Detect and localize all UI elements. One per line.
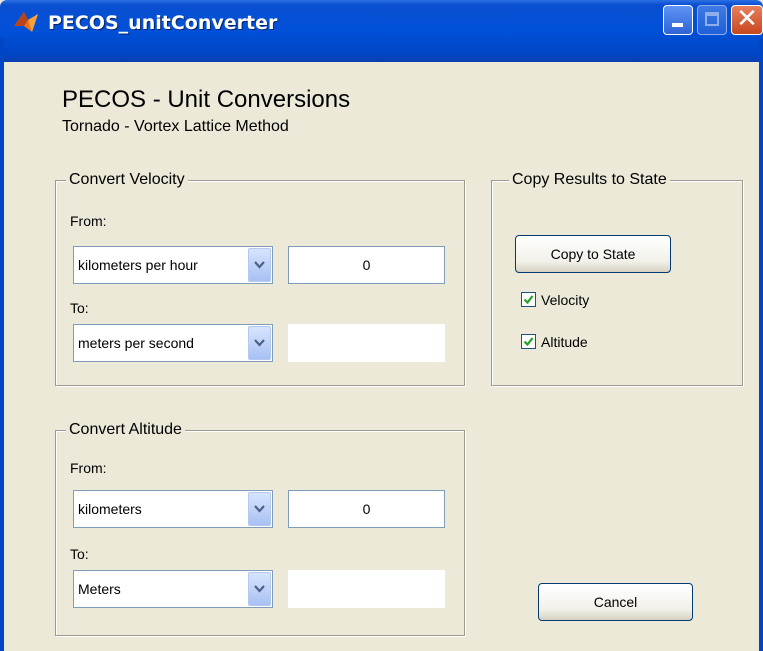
velocity-checkbox[interactable] [521, 292, 536, 307]
checkmark-icon [523, 295, 534, 305]
velocity-to-label: To: [70, 300, 89, 316]
copy-results-panel: Copy Results to State [491, 169, 743, 386]
cancel-button[interactable]: Cancel [538, 583, 693, 621]
velocity-to-unit-select[interactable]: meters per second [73, 324, 273, 362]
altitude-result-field [288, 570, 445, 608]
convert-altitude-legend: Convert Altitude [66, 419, 185, 441]
altitude-to-label: To: [70, 546, 89, 562]
minimize-button[interactable] [663, 5, 693, 35]
velocity-to-unit-value: meters per second [78, 335, 194, 351]
altitude-from-label: From: [70, 460, 107, 476]
altitude-from-value-input[interactable]: 0 [288, 490, 445, 528]
minimize-icon [672, 23, 683, 27]
window-frame-left [0, 38, 4, 651]
altitude-to-unit-select[interactable]: Meters [73, 570, 273, 608]
altitude-to-unit-value: Meters [78, 581, 121, 597]
velocity-checkbox-label[interactable]: Velocity [541, 291, 589, 309]
page-subtitle: Tornado - Vortex Lattice Method [62, 118, 289, 135]
matlab-icon [14, 12, 38, 32]
chevron-down-icon[interactable] [248, 492, 271, 526]
convert-velocity-legend: Convert Velocity [66, 169, 188, 191]
copy-results-legend: Copy Results to State [509, 169, 670, 191]
velocity-from-unit-select[interactable]: kilometers per hour [73, 246, 273, 284]
chevron-down-icon[interactable] [248, 326, 271, 360]
velocity-from-unit-value: kilometers per hour [78, 257, 198, 273]
close-icon: ✕ [736, 4, 758, 34]
velocity-from-label: From: [70, 213, 107, 229]
maximize-button[interactable] [697, 5, 727, 35]
velocity-result-field [288, 324, 445, 362]
title-bar[interactable]: PECOS_unitConverter ✕ [0, 0, 763, 62]
altitude-from-unit-select[interactable]: kilometers [73, 490, 273, 528]
window-title: PECOS_unitConverter [48, 12, 278, 34]
page-title: PECOS - Unit Conversions [62, 86, 351, 113]
chevron-down-icon[interactable] [248, 572, 271, 606]
copy-to-state-button[interactable]: Copy to State [515, 235, 671, 273]
close-button[interactable]: ✕ [731, 4, 763, 35]
checkmark-icon [523, 337, 534, 347]
altitude-checkbox[interactable] [521, 334, 536, 349]
altitude-checkbox-label[interactable]: Altitude [541, 333, 588, 351]
window-frame-right [759, 38, 763, 651]
maximize-icon [705, 12, 719, 26]
altitude-from-unit-value: kilometers [78, 501, 142, 517]
velocity-from-value-input[interactable]: 0 [288, 246, 445, 284]
chevron-down-icon[interactable] [248, 248, 271, 282]
